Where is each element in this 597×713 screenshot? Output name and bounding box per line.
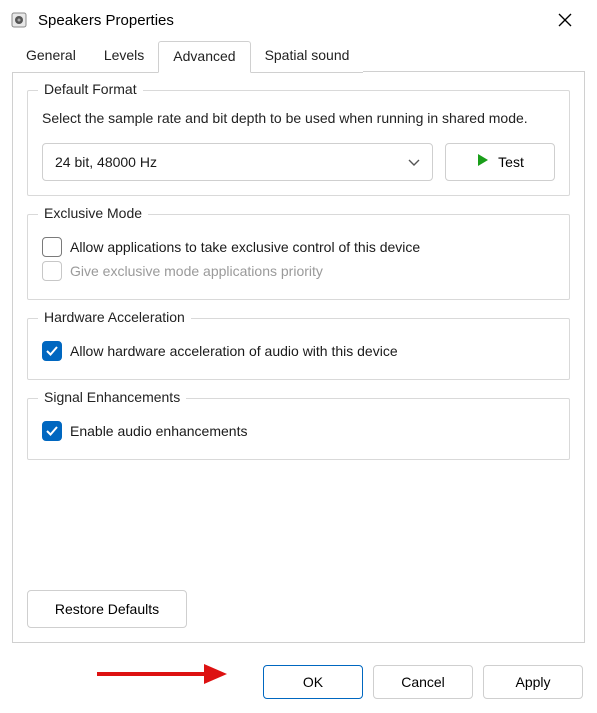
- enable-enh-label: Enable audio enhancements: [70, 423, 247, 439]
- group-exclusive-mode: Exclusive Mode Allow applications to tak…: [27, 214, 570, 300]
- play-icon: [476, 153, 490, 170]
- give-priority-row: Give exclusive mode applications priorit…: [42, 261, 555, 281]
- cancel-button[interactable]: Cancel: [373, 665, 473, 699]
- group-default-format: Default Format Select the sample rate an…: [27, 90, 570, 196]
- allow-hw-checkbox[interactable]: [42, 341, 62, 361]
- properties-window: Speakers Properties General Levels Advan…: [0, 0, 597, 713]
- apply-label: Apply: [515, 674, 550, 690]
- speaker-icon: [10, 11, 28, 29]
- default-format-description: Select the sample rate and bit depth to …: [42, 109, 555, 129]
- legend-signal-enh: Signal Enhancements: [38, 389, 186, 405]
- tab-levels[interactable]: Levels: [90, 41, 158, 73]
- allow-hw-row[interactable]: Allow hardware acceleration of audio wit…: [42, 341, 555, 361]
- allow-exclusive-label: Allow applications to take exclusive con…: [70, 239, 420, 255]
- legend-hardware-accel: Hardware Acceleration: [38, 309, 191, 325]
- tab-general[interactable]: General: [12, 41, 90, 73]
- titlebar: Speakers Properties: [0, 0, 597, 40]
- apply-button[interactable]: Apply: [483, 665, 583, 699]
- tab-strip: General Levels Advanced Spatial sound: [12, 40, 585, 72]
- chevron-down-icon: [408, 154, 420, 170]
- give-priority-checkbox: [42, 261, 62, 281]
- allow-exclusive-checkbox[interactable]: [42, 237, 62, 257]
- ok-label: OK: [303, 674, 323, 690]
- sample-rate-value: 24 bit, 48000 Hz: [55, 154, 157, 170]
- group-hardware-accel: Hardware Acceleration Allow hardware acc…: [27, 318, 570, 380]
- test-button[interactable]: Test: [445, 143, 555, 181]
- tab-spatial[interactable]: Spatial sound: [251, 41, 364, 73]
- cancel-label: Cancel: [401, 674, 445, 690]
- ok-button[interactable]: OK: [263, 665, 363, 699]
- give-priority-label: Give exclusive mode applications priorit…: [70, 263, 323, 279]
- enable-enh-row[interactable]: Enable audio enhancements: [42, 421, 555, 441]
- test-button-label: Test: [498, 154, 524, 170]
- legend-exclusive-mode: Exclusive Mode: [38, 205, 148, 221]
- window-title: Speakers Properties: [38, 12, 543, 29]
- tab-advanced[interactable]: Advanced: [158, 41, 250, 73]
- sample-rate-combo[interactable]: 24 bit, 48000 Hz: [42, 143, 433, 181]
- group-signal-enh: Signal Enhancements Enable audio enhance…: [27, 398, 570, 460]
- allow-hw-label: Allow hardware acceleration of audio wit…: [70, 343, 398, 359]
- allow-exclusive-row[interactable]: Allow applications to take exclusive con…: [42, 237, 555, 257]
- restore-defaults-label: Restore Defaults: [55, 601, 159, 617]
- tab-content-advanced: Default Format Select the sample rate an…: [12, 72, 585, 643]
- dialog-footer: OK Cancel Apply: [0, 655, 597, 713]
- legend-default-format: Default Format: [38, 81, 143, 97]
- close-button[interactable]: [543, 4, 587, 36]
- restore-defaults-button[interactable]: Restore Defaults: [27, 590, 187, 628]
- enable-enh-checkbox[interactable]: [42, 421, 62, 441]
